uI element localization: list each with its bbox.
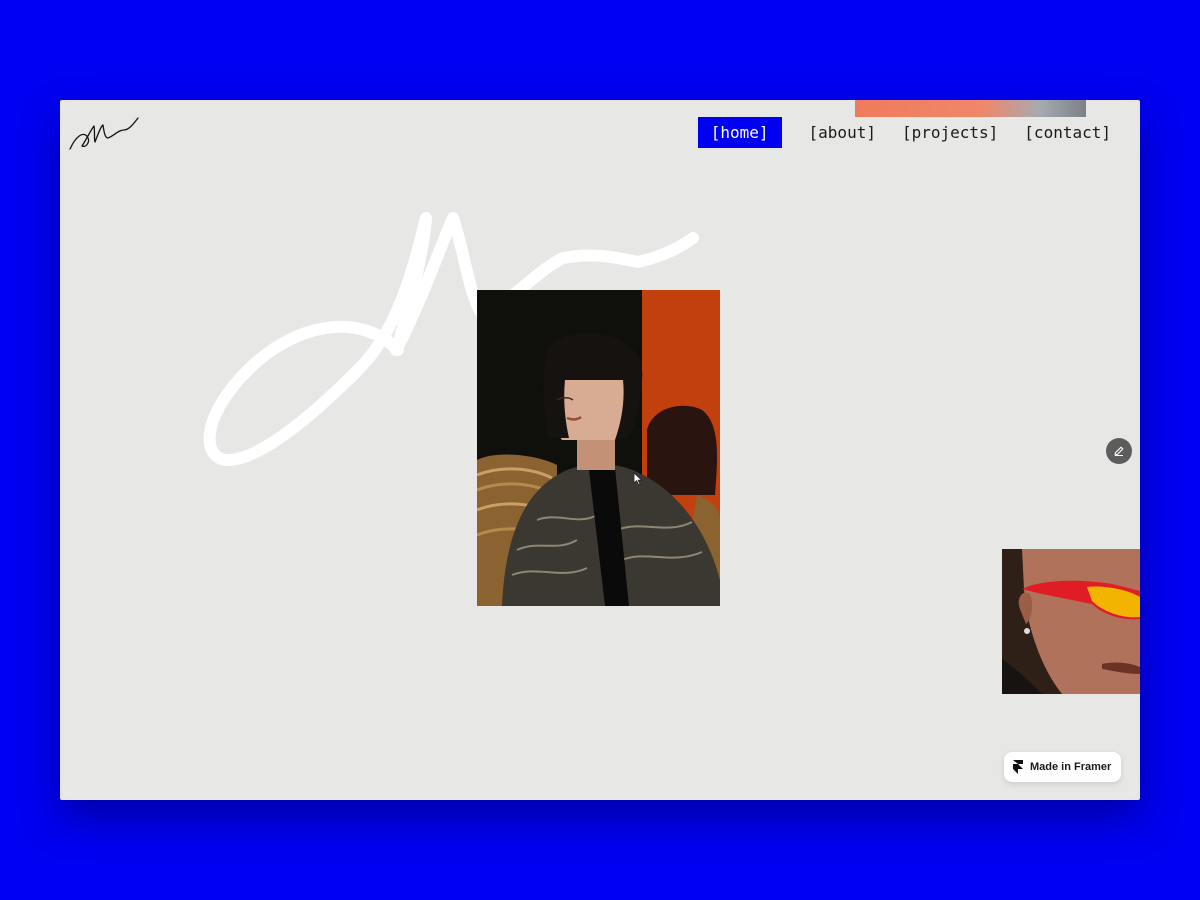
pencil-icon (1114, 446, 1124, 456)
framer-logo-icon (1013, 760, 1023, 774)
nav-contact[interactable]: [contact] (1011, 117, 1124, 148)
nav-projects[interactable]: [projects] (889, 117, 1011, 148)
hero-portrait-photo[interactable] (477, 290, 720, 606)
nav-home[interactable]: [home] (697, 117, 782, 148)
site-window: [home] [about] [projects] [contact] Made… (60, 100, 1140, 800)
mouse-cursor-icon (633, 472, 643, 486)
main-nav: [home] [about] [projects] [contact] (697, 117, 1124, 148)
sunglasses-portrait-photo[interactable] (1002, 549, 1140, 694)
made-in-framer-badge[interactable]: Made in Framer (1004, 752, 1122, 782)
top-image-peek[interactable] (855, 100, 1086, 117)
signature-logo-icon[interactable] (68, 116, 140, 152)
edit-button[interactable] (1106, 438, 1132, 464)
badge-label: Made in Framer (1030, 761, 1112, 773)
nav-about[interactable]: [about] (796, 117, 889, 148)
